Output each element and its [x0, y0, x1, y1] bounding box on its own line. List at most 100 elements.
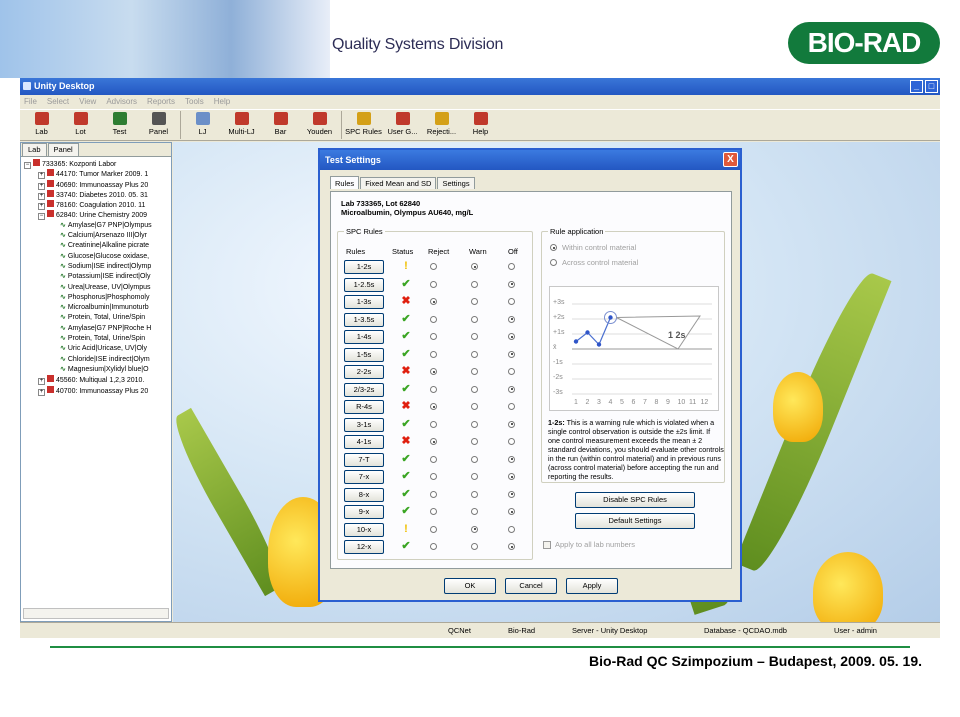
- rule-button[interactable]: R-4s: [344, 400, 384, 414]
- toolbar-spc-rules-button[interactable]: SPC Rules: [344, 110, 383, 140]
- rule-reject-radio[interactable]: [430, 280, 437, 288]
- rule-button[interactable]: 3-1s: [344, 417, 384, 432]
- expand-toggle-icon[interactable]: −: [38, 213, 45, 221]
- rule-warn-radio[interactable]: [471, 263, 478, 270]
- rule-button[interactable]: 12-x: [344, 540, 384, 554]
- within-material-radio[interactable]: [550, 244, 557, 251]
- rule-reject-radio[interactable]: [430, 350, 437, 358]
- rule-off-radio[interactable]: [508, 403, 515, 410]
- tab-settings[interactable]: Settings: [437, 177, 475, 189]
- tree-test-item[interactable]: ∿ Amylase|G7 PNP|Olympus: [24, 221, 171, 231]
- maximize-button[interactable]: □: [925, 80, 938, 93]
- rule-off-radio[interactable]: [508, 455, 515, 463]
- menu-help[interactable]: Help: [214, 95, 230, 109]
- rule-warn-radio[interactable]: [471, 368, 478, 375]
- rule-button[interactable]: 2/3-2s: [344, 382, 384, 397]
- toolbar-test-button[interactable]: Test: [100, 110, 139, 140]
- rule-off-radio[interactable]: [508, 333, 515, 340]
- rule-off-radio[interactable]: [508, 385, 515, 393]
- rule-button[interactable]: 9-x: [344, 505, 384, 519]
- rule-off-radio[interactable]: [508, 420, 515, 428]
- rule-warn-radio[interactable]: [471, 525, 478, 533]
- rule-reject-radio[interactable]: [430, 385, 437, 393]
- tree-lot-item[interactable]: +45560: Multiqual 1,2,3 2010.: [24, 375, 171, 386]
- rule-button[interactable]: 4-1s: [344, 435, 384, 449]
- tree-test-item[interactable]: ∿ Amylase|G7 PNP|Roche H: [24, 324, 171, 334]
- rule-warn-radio[interactable]: [471, 315, 478, 323]
- tree-test-item[interactable]: ∿ Microalbumin|Immunoturb: [24, 303, 171, 313]
- tab-fixed-mean-sd[interactable]: Fixed Mean and SD: [360, 177, 437, 189]
- rule-reject-radio[interactable]: [430, 333, 437, 340]
- expand-toggle-icon[interactable]: +: [38, 388, 45, 396]
- rule-reject-radio[interactable]: [430, 420, 437, 428]
- toolbar-panel-button[interactable]: Panel: [139, 110, 178, 140]
- rule-reject-radio[interactable]: [430, 525, 437, 533]
- rule-warn-radio[interactable]: [471, 420, 478, 428]
- tree-test-item[interactable]: ∿ Uric Acid|Uricase, UV|Oly: [24, 344, 171, 354]
- rule-warn-radio[interactable]: [471, 350, 478, 358]
- tree-test-item[interactable]: ∿ Sodium|ISE indirect|Olymp: [24, 262, 171, 272]
- rule-button[interactable]: 1-3s: [344, 295, 384, 309]
- rule-warn-radio[interactable]: [471, 543, 478, 550]
- tree-test-item[interactable]: ∿ Phosphorus|Phosphomoly: [24, 293, 171, 303]
- rule-button[interactable]: 1-2s: [344, 260, 384, 274]
- rule-reject-radio[interactable]: [430, 368, 437, 375]
- menu-view[interactable]: View: [79, 95, 96, 109]
- rule-off-radio[interactable]: [508, 368, 515, 375]
- rule-off-radio[interactable]: [508, 473, 515, 480]
- tab-panel[interactable]: Panel: [47, 143, 79, 156]
- default-settings-button[interactable]: Default Settings: [575, 513, 695, 529]
- toolbar-bar-chart-button[interactable]: Bar: [261, 110, 300, 140]
- tree-test-item[interactable]: ∿ Urea|Urease, UV|Olympus: [24, 283, 171, 293]
- tree-lot-item[interactable]: +33740: Diabetes 2010. 05. 31: [24, 189, 171, 200]
- expand-toggle-icon[interactable]: +: [38, 192, 45, 200]
- tree-test-item[interactable]: ∿ Calcium|Arsenazo III|Olyr: [24, 231, 171, 241]
- rule-button[interactable]: 1-3.5s: [344, 312, 384, 327]
- rule-off-radio[interactable]: [508, 315, 515, 323]
- rule-button[interactable]: 8-x: [344, 487, 384, 502]
- rule-reject-radio[interactable]: [430, 508, 437, 515]
- rule-warn-radio[interactable]: [471, 490, 478, 498]
- rule-off-radio[interactable]: [508, 525, 515, 533]
- rule-off-radio[interactable]: [508, 508, 515, 515]
- rule-warn-radio[interactable]: [471, 280, 478, 288]
- toolbar-lot-button[interactable]: Lot: [61, 110, 100, 140]
- toolbar-lab-button[interactable]: Lab: [22, 110, 61, 140]
- menu-file[interactable]: File: [24, 95, 37, 109]
- status-biorad[interactable]: Bio-Rad: [508, 623, 535, 638]
- expand-toggle-icon[interactable]: +: [38, 203, 45, 211]
- expand-toggle-icon[interactable]: −: [24, 162, 31, 169]
- rule-button[interactable]: 2-2s: [344, 365, 384, 379]
- tree-test-item[interactable]: ∿ Chloride|ISE indirect|Olym: [24, 355, 171, 365]
- menu-reports[interactable]: Reports: [147, 95, 175, 109]
- rule-button[interactable]: 10-x: [344, 522, 384, 537]
- rule-warn-radio[interactable]: [471, 403, 478, 410]
- tree-lot-item[interactable]: +78160: Coagulation 2010. 11: [24, 200, 171, 211]
- close-button[interactable]: X: [723, 152, 738, 167]
- apply-all-checkbox[interactable]: [543, 541, 551, 549]
- rule-warn-radio[interactable]: [471, 508, 478, 515]
- rule-reject-radio[interactable]: [430, 543, 437, 550]
- rule-warn-radio[interactable]: [471, 455, 478, 463]
- rule-warn-radio[interactable]: [471, 385, 478, 393]
- cancel-button[interactable]: Cancel: [505, 578, 557, 594]
- rule-reject-radio[interactable]: [430, 490, 437, 498]
- ok-button[interactable]: OK: [444, 578, 496, 594]
- minimize-button[interactable]: _: [910, 80, 923, 93]
- rule-off-radio[interactable]: [508, 298, 515, 305]
- across-material-radio[interactable]: [550, 259, 557, 266]
- expand-toggle-icon[interactable]: +: [38, 182, 45, 190]
- tree-test-item[interactable]: ∿ Potassium|ISE indirect|Oly: [24, 272, 171, 282]
- rule-reject-radio[interactable]: [430, 315, 437, 323]
- rule-reject-radio[interactable]: [430, 263, 437, 270]
- tab-rules[interactable]: Rules: [330, 176, 360, 189]
- rule-reject-radio[interactable]: [430, 455, 437, 463]
- rule-reject-radio[interactable]: [430, 438, 437, 445]
- toolbar-help-button[interactable]: Help: [461, 110, 500, 140]
- rule-button[interactable]: 1-2.5s: [344, 277, 384, 292]
- toolbar-youden-button[interactable]: Youden: [300, 110, 339, 140]
- rule-off-radio[interactable]: [508, 263, 515, 270]
- rule-off-radio[interactable]: [508, 543, 515, 550]
- rule-off-radio[interactable]: [508, 490, 515, 498]
- apply-button[interactable]: Apply: [566, 578, 618, 594]
